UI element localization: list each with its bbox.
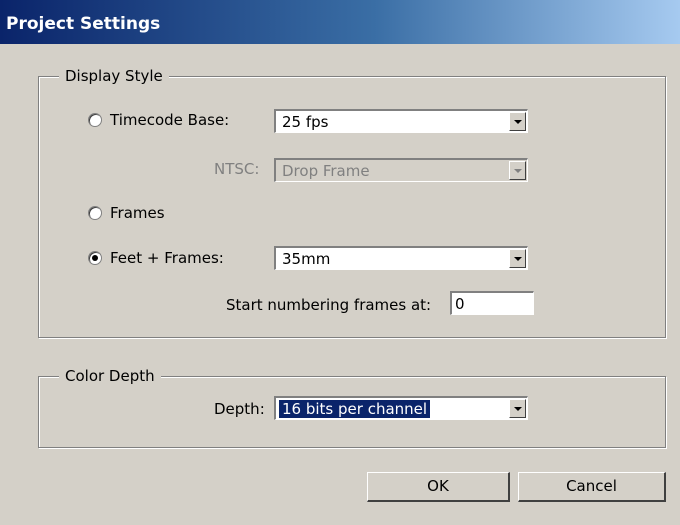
chevron-down-icon[interactable] — [509, 112, 526, 131]
chevron-down-icon[interactable] — [509, 249, 526, 268]
start-numbering-value: 0 — [455, 295, 465, 313]
frames-radio[interactable] — [88, 206, 102, 220]
start-numbering-label: Start numbering frames at: — [226, 296, 432, 314]
timecode-base-select[interactable]: 25 fps — [274, 109, 528, 133]
feet-frames-radio[interactable] — [88, 251, 102, 265]
ntsc-label: NTSC: — [214, 160, 260, 178]
feet-frames-label[interactable]: Feet + Frames: — [110, 248, 224, 268]
ntsc-select: Drop Frame — [274, 158, 528, 182]
display-style-legend: Display Style — [59, 66, 169, 86]
depth-selected-text: 16 bits per channel — [277, 399, 432, 419]
timecode-base-radio[interactable] — [88, 113, 102, 127]
color-depth-legend: Color Depth — [59, 366, 161, 386]
window-title: Project Settings — [6, 14, 161, 34]
feet-frames-value: 35mm — [282, 250, 331, 268]
depth-label: Depth: — [214, 400, 265, 418]
frames-label[interactable]: Frames — [110, 203, 165, 223]
chevron-down-icon[interactable] — [509, 399, 526, 418]
radio-selected-dot — [92, 255, 98, 261]
depth-value: 16 bits per channel — [277, 399, 432, 419]
ntsc-value: Drop Frame — [282, 162, 370, 180]
ok-button[interactable]: OK — [367, 472, 510, 502]
chevron-down-icon — [509, 161, 526, 180]
start-numbering-input[interactable]: 0 — [450, 291, 534, 315]
title-bar[interactable]: Project Settings — [0, 0, 680, 44]
cancel-button[interactable]: Cancel — [518, 472, 666, 502]
timecode-base-label[interactable]: Timecode Base: — [110, 110, 229, 130]
timecode-base-value: 25 fps — [282, 113, 329, 131]
depth-select[interactable]: 16 bits per channel — [274, 396, 528, 420]
feet-frames-select[interactable]: 35mm — [274, 246, 528, 270]
